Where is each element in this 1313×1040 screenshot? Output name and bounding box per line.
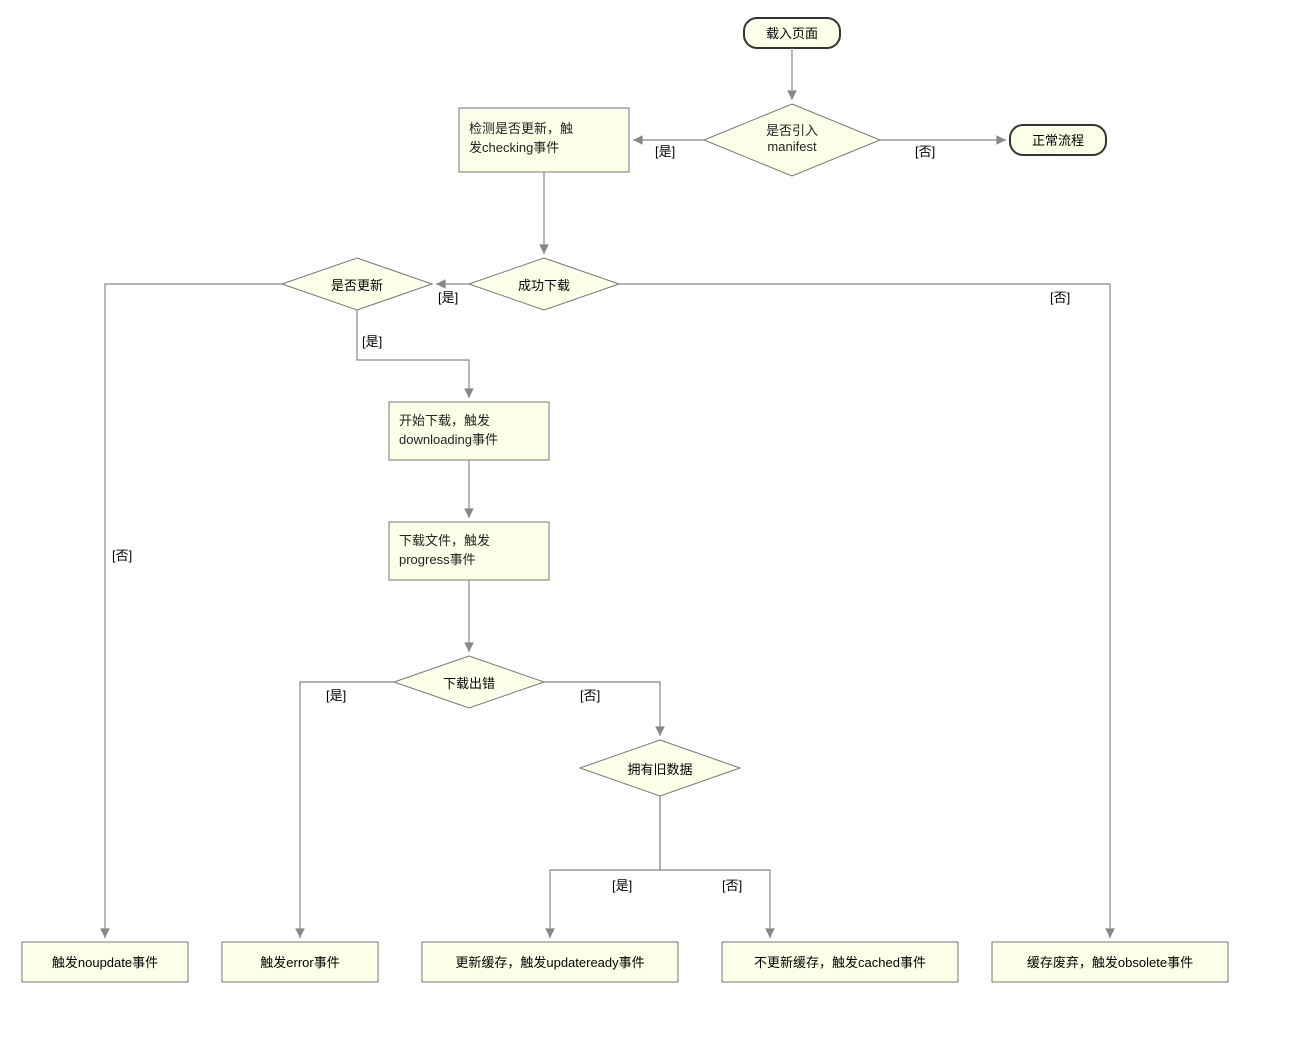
edge-updated-noupdate <box>105 284 282 938</box>
node-success: 成功下载 <box>469 258 619 310</box>
node-error: 触发error事件 <box>222 942 378 982</box>
node-updateready: 更新缓存，触发updateready事件 <box>422 942 678 982</box>
node-normal: 正常流程 <box>1010 125 1106 155</box>
node-oldcache: 拥有旧数据 <box>580 740 740 796</box>
label-oldcache-no: [否] <box>722 878 742 893</box>
label-updated-yes: [是] <box>362 334 382 349</box>
svg-text:不更新缓存，触发cached事件: 不更新缓存，触发cached事件 <box>754 955 926 970</box>
label-updated-no: [否] <box>112 548 132 563</box>
label-dlerror-yes: [是] <box>326 688 346 703</box>
node-start: 载入页面 <box>744 18 840 48</box>
node-progress: 下载文件，触发 progress事件 <box>389 522 549 580</box>
flowchart: 载入页面 是否引入 manifest 正常流程 检测是否更新，触 发checki… <box>0 0 1313 1040</box>
svg-text:正常流程: 正常流程 <box>1032 133 1084 148</box>
edge-updated-downloading <box>357 310 469 398</box>
label-dlerror-no: [否] <box>580 688 600 703</box>
svg-text:触发noupdate事件: 触发noupdate事件 <box>52 955 158 970</box>
label-manifest-yes: [是] <box>655 144 675 159</box>
edge-oldcache-cached <box>660 796 770 938</box>
label-success-no: [否] <box>1050 290 1070 305</box>
node-checking: 检测是否更新，触 发checking事件 <box>459 108 629 172</box>
label-oldcache-yes: [是] <box>612 878 632 893</box>
svg-text:缓存废弃，触发obsolete事件: 缓存废弃，触发obsolete事件 <box>1027 955 1193 970</box>
label-success-yes: [是] <box>438 290 458 305</box>
svg-text:更新缓存，触发updateready事件: 更新缓存，触发updateready事件 <box>455 955 644 970</box>
node-noupdate: 触发noupdate事件 <box>22 942 188 982</box>
edge-oldcache-updateready <box>550 796 660 938</box>
svg-text:拥有旧数据: 拥有旧数据 <box>627 762 692 777</box>
svg-text:载入页面: 载入页面 <box>766 26 818 41</box>
node-updated: 是否更新 <box>282 258 432 310</box>
node-obsolete: 缓存废弃，触发obsolete事件 <box>992 942 1228 982</box>
svg-text:是否更新: 是否更新 <box>331 278 383 293</box>
edge-dlerror-error <box>300 682 394 938</box>
node-downloading: 开始下载，触发 downloading事件 <box>389 402 549 460</box>
svg-text:触发error事件: 触发error事件 <box>260 955 339 970</box>
svg-text:下载出错: 下载出错 <box>443 676 495 691</box>
label-manifest-no: [否] <box>915 144 935 159</box>
edge-dlerror-oldcache <box>544 682 660 736</box>
node-cached: 不更新缓存，触发cached事件 <box>722 942 958 982</box>
node-dlerror: 下载出错 <box>394 656 544 708</box>
node-manifest: 是否引入 manifest <box>704 104 880 176</box>
svg-text:成功下载: 成功下载 <box>518 278 570 293</box>
edge-success-obsolete <box>619 284 1110 938</box>
